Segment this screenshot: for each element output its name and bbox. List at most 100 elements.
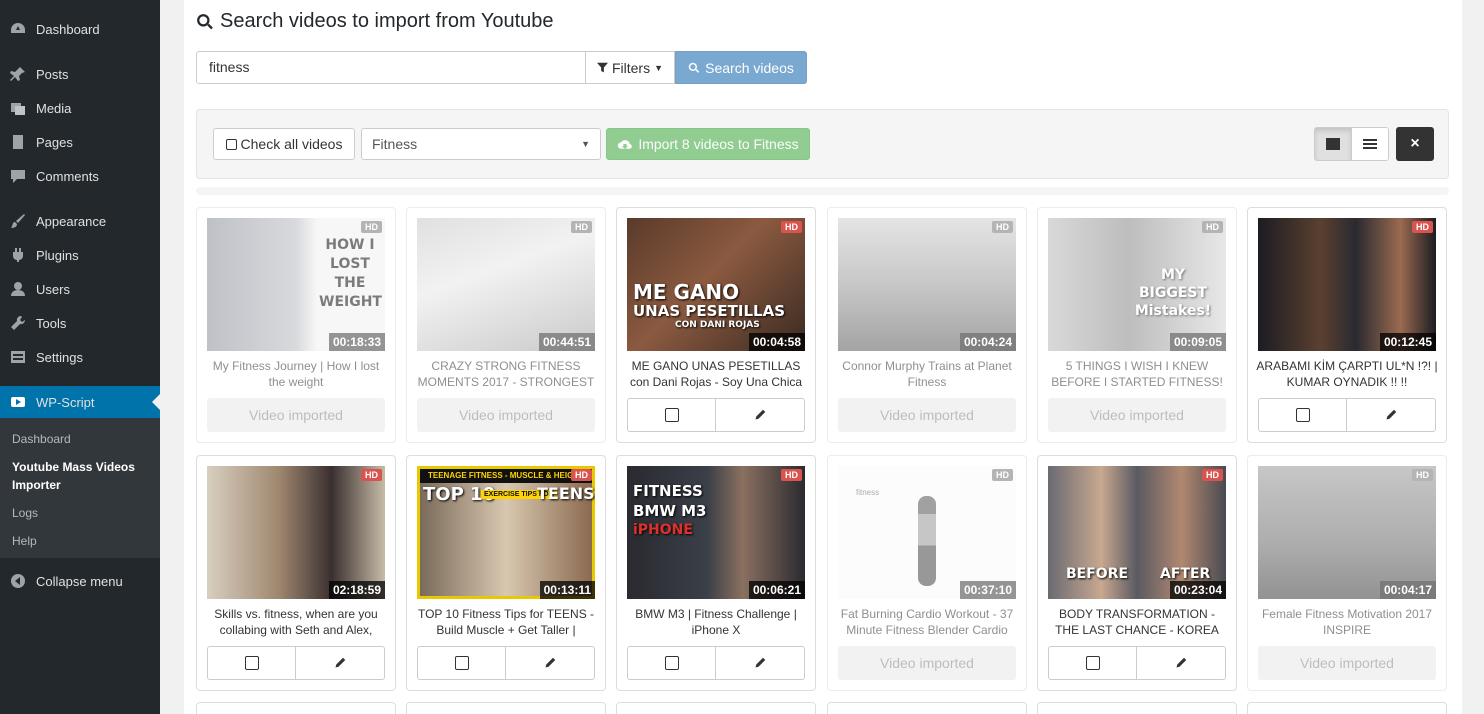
close-results-button[interactable]: ×	[1396, 127, 1434, 161]
video-duration: 00:09:05	[1169, 333, 1226, 351]
collapse-menu-button[interactable]: Collapse menu	[0, 569, 160, 593]
video-thumbnail[interactable]: HD 00:12:45	[1258, 218, 1436, 351]
sidebar-item-label: Appearance	[36, 213, 107, 229]
video-title: CRAZY STRONG FITNESS MOMENTS 2017 - STRO…	[417, 359, 595, 389]
search-button-label: Search videos	[705, 59, 794, 76]
sidebar-item-label: Plugins	[36, 247, 79, 263]
video-imported-status: Video imported	[207, 398, 385, 432]
search-videos-button[interactable]: Search videos	[675, 51, 807, 84]
select-video-checkbox[interactable]	[417, 646, 506, 680]
filters-button[interactable]: Filters ▼	[585, 51, 675, 84]
sidebar-submenu: Dashboard Youtube Mass Videos Importer L…	[0, 418, 160, 558]
submenu-help[interactable]: Help	[12, 534, 37, 548]
list-view-icon	[1363, 139, 1377, 149]
video-imported-status: Video imported	[838, 398, 1016, 432]
grid-view-button[interactable]	[1314, 127, 1352, 161]
select-video-checkbox[interactable]	[1048, 646, 1137, 680]
pin-icon	[0, 66, 36, 82]
search-icon	[688, 62, 700, 73]
video-thumbnail[interactable]: fitness HD 00:37:10	[838, 466, 1016, 599]
video-card	[196, 702, 396, 714]
sidebar-item-users[interactable]: Users	[0, 277, 160, 301]
video-duration: 00:04:17	[1379, 581, 1436, 599]
sidebar-item-media[interactable]: Media	[0, 96, 160, 120]
select-video-checkbox[interactable]	[627, 646, 716, 680]
cloud-download-icon	[618, 140, 633, 149]
edit-video-button[interactable]	[715, 398, 805, 432]
submenu-dashboard[interactable]: Dashboard	[12, 432, 71, 446]
import-videos-button[interactable]: Import 8 videos to Fitness	[606, 128, 810, 160]
sidebar-item-posts[interactable]: Posts	[0, 62, 160, 86]
hd-badge: HD	[1202, 221, 1223, 233]
sidebar-item-plugins[interactable]: Plugins	[0, 243, 160, 267]
grid-view-icon	[1326, 138, 1340, 150]
hd-badge: HD	[1202, 469, 1223, 481]
edit-video-button[interactable]	[1346, 398, 1436, 432]
hd-badge: HD	[992, 221, 1013, 233]
thumb-caption: ME GANO	[633, 280, 740, 304]
video-thumbnail[interactable]: HD 00:04:17	[1258, 466, 1436, 599]
video-title: Skills vs. fitness, when are you collabi…	[214, 607, 378, 637]
collapse-icon	[0, 573, 36, 589]
sidebar-item-dashboard[interactable]: Dashboard	[0, 17, 160, 41]
checkbox-icon	[225, 138, 237, 150]
importer-panel: Search videos to import from Youtube fit…	[184, 0, 1462, 714]
select-video-checkbox[interactable]	[1258, 398, 1347, 432]
sidebar-item-comments[interactable]: Comments	[0, 164, 160, 188]
sidebar-item-label: WP-Script	[36, 394, 95, 410]
workout-figure	[918, 496, 936, 586]
video-card: HD 02:18:59 Skills vs. fitness, when are…	[196, 455, 396, 691]
search-icon	[197, 13, 213, 29]
page-scrollbar[interactable]	[1462, 0, 1484, 714]
video-title: Fat Burning Cardio Workout - 37 Minute F…	[840, 607, 1014, 637]
thumb-caption: iPHONE	[633, 522, 693, 538]
video-title: BODY TRANSFORMATION - THE LAST CHANCE - …	[1055, 607, 1219, 637]
video-card	[1247, 702, 1447, 714]
sidebar-item-settings[interactable]: Settings	[0, 345, 160, 369]
video-thumbnail[interactable]: HOW I LOST THE WEIGHT HD 00:18:33	[207, 218, 385, 351]
video-thumbnail[interactable]: ME GANO UNAS PESETILLAS CON DANI ROJAS H…	[627, 218, 805, 351]
close-icon: ×	[1410, 135, 1420, 152]
video-title: BMW M3 | Fitness Challenge | iPhone X	[635, 607, 797, 637]
list-view-button[interactable]	[1351, 127, 1389, 161]
sidebar-item-wp-script[interactable]: WP-Script	[0, 386, 160, 418]
video-title: ARABAMI KİM ÇARPTI UL*N !?! | KUMAR OYNA…	[1256, 359, 1438, 389]
video-thumbnail[interactable]: HD 00:44:51	[417, 218, 595, 351]
sidebar-item-tools[interactable]: Tools	[0, 311, 160, 335]
hd-badge: HD	[1412, 221, 1433, 233]
comments-icon	[0, 168, 36, 184]
user-icon	[0, 281, 36, 297]
sidebar-item-appearance[interactable]: Appearance	[0, 209, 160, 233]
edit-video-button[interactable]	[715, 646, 805, 680]
edit-video-button[interactable]	[505, 646, 595, 680]
category-select[interactable]: Fitness ▼	[361, 128, 601, 160]
caret-down-icon: ▼	[654, 62, 664, 73]
video-thumbnail[interactable]: HD 02:18:59	[207, 466, 385, 599]
video-icon	[0, 394, 36, 410]
sidebar-item-label: Dashboard	[36, 21, 100, 37]
edit-video-button[interactable]	[1136, 646, 1226, 680]
checkbox-icon	[1295, 408, 1310, 422]
check-all-label: Check all videos	[240, 136, 343, 152]
video-duration: 00:06:21	[748, 581, 805, 599]
select-video-checkbox[interactable]	[627, 398, 716, 432]
video-duration: 00:04:24	[959, 333, 1016, 351]
sidebar-item-pages[interactable]: Pages	[0, 130, 160, 154]
video-imported-status: Video imported	[1258, 646, 1436, 680]
video-card: MY BIGGEST Mistakes! HD 00:09:05 5 THING…	[1037, 207, 1237, 443]
video-thumbnail[interactable]: TEENAGE FITNESS - MUSCLE & HEIGHT TOP 10…	[417, 466, 595, 599]
search-input[interactable]: fitness	[196, 51, 586, 84]
submenu-youtube-importer[interactable]: Youtube Mass Videos Importer	[12, 458, 152, 494]
submenu-logs[interactable]: Logs	[12, 506, 38, 520]
select-video-checkbox[interactable]	[207, 646, 296, 680]
video-thumbnail[interactable]: FITNESS BMW M3 iPHONE HD 00:06:21	[627, 466, 805, 599]
check-all-button[interactable]: Check all videos	[213, 128, 355, 160]
video-title: Female Fitness Motivation 2017 INSPIRE	[1261, 607, 1433, 637]
edit-video-button[interactable]	[295, 646, 385, 680]
video-thumbnail[interactable]: MY BIGGEST Mistakes! HD 00:09:05	[1048, 218, 1226, 351]
video-card	[1037, 702, 1237, 714]
video-thumbnail[interactable]: BEFORE AFTER HD 00:23:04	[1048, 466, 1226, 599]
video-thumbnail[interactable]: HD 00:04:24	[838, 218, 1016, 351]
admin-sidebar: Dashboard Posts Media Pages Comments App…	[0, 0, 160, 714]
thumb-caption: AFTER	[1160, 566, 1211, 582]
